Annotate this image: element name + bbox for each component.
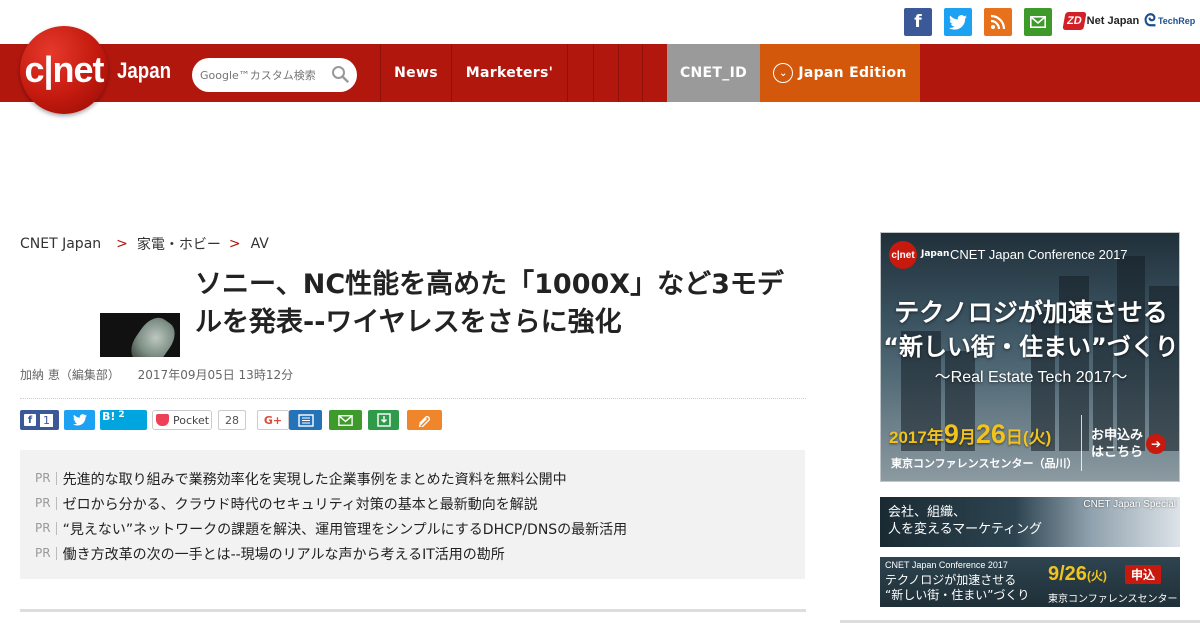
- twitter-bird-icon: [949, 14, 967, 30]
- facebook-share-button[interactable]: f 1: [20, 410, 59, 430]
- envelope-icon: [1030, 16, 1046, 28]
- pocket-icon: [156, 414, 169, 426]
- marketing-special-ad[interactable]: CNET Japan Special 会社、組織、 人を変えるマーケティング: [880, 497, 1180, 547]
- arrow-right-icon[interactable]: ➔: [1146, 434, 1166, 454]
- pr-label: PR: [35, 522, 57, 535]
- nav-marketers[interactable]: Marketers': [451, 44, 567, 102]
- search-input[interactable]: [200, 68, 330, 82]
- pr-link[interactable]: 先進的な取り組みで業務効率化を実現した企業事例をまとめた資料を無料公開中: [63, 469, 567, 489]
- pr-label: PR: [35, 497, 57, 510]
- ad-conference-name: CNET Japan Conference 2017: [885, 560, 1008, 570]
- ad-logo-japan: Japan: [921, 249, 950, 259]
- ad-apply-button[interactable]: 申込: [1125, 565, 1162, 584]
- zdnet-japan-link[interactable]: ZD Net Japan: [1062, 9, 1140, 33]
- rss-glyph-icon: [990, 14, 1006, 30]
- rss-icon[interactable]: [984, 8, 1012, 36]
- copy-link-button[interactable]: [407, 410, 442, 430]
- ad-date: 9/26(火): [1048, 563, 1107, 585]
- pr-link[interactable]: ゼロから分かる、クラウド時代のセキュリティ対策の基本と最新動向を解説: [63, 494, 538, 514]
- article-headline: ソニー、NC性能を高めた「1000X」など3モデルを発表--ワイヤレスをさらに強…: [195, 269, 784, 338]
- divider: [840, 620, 1200, 623]
- pocket-label: Pocket: [173, 413, 210, 427]
- article-author[interactable]: 加納 恵（編集部）: [20, 368, 120, 382]
- mail-icon[interactable]: [1024, 8, 1052, 36]
- google-plus-button[interactable]: G+: [257, 410, 289, 430]
- article-thumbnail: [100, 313, 180, 357]
- edition-selector[interactable]: ⌄ Japan Edition: [760, 44, 920, 102]
- twitter-icon: [72, 414, 87, 426]
- pr-item[interactable]: PR 先進的な取り組みで業務効率化を実現した企業事例をまとめた資料を無料公開中: [20, 466, 805, 491]
- divider: [20, 609, 806, 612]
- pr-item[interactable]: PR 働き方改革の次の一手とは--現場のリアルな声から考えるIT活用の勘所: [20, 541, 805, 566]
- article-byline: 加納 恵（編集部） 2017年09月05日 13時12分: [20, 366, 293, 383]
- ad-special-label: CNET Japan Special: [1083, 499, 1176, 510]
- nav-item-3[interactable]: [567, 44, 593, 102]
- pr-link[interactable]: “見えない”ネットワークの課題を解決、運用管理をシンプルにするDHCP/DNSの…: [63, 519, 628, 539]
- top-utility-bar: f ZD Net Japan ᘓ TechRep: [0, 0, 1200, 44]
- techrepublic-link[interactable]: ᘓ TechRep: [1144, 9, 1195, 33]
- cnet-id-button[interactable]: CNET_ID: [667, 44, 760, 102]
- pr-item[interactable]: PR ゼロから分かる、クラウド時代のセキュリティ対策の基本と最新動向を解説: [20, 491, 805, 516]
- breadcrumb-separator: >: [228, 236, 241, 252]
- zdnet-logo-mark: ZD: [1062, 12, 1087, 30]
- ad-subtitle: 〜Real Estate Tech 2017〜: [934, 369, 1128, 386]
- mail-icon: [338, 414, 353, 426]
- logo-edition-label: Japan: [117, 58, 172, 83]
- facebook-glyph: f: [914, 12, 922, 32]
- conference-ad-banner[interactable]: c|net Japan CNET Japan Conference 2017 テ…: [880, 232, 1180, 482]
- ad-headline-1: テクノロジが加速させる: [894, 298, 1168, 327]
- hatena-bookmark-button[interactable]: B! 2: [100, 410, 147, 430]
- hatena-count: 2: [118, 410, 125, 420]
- nav-item-4[interactable]: [593, 44, 618, 102]
- search-icon[interactable]: [331, 65, 349, 83]
- zdnet-logo-text: Net Japan: [1086, 15, 1140, 27]
- breadcrumb-home[interactable]: CNET Japan: [20, 236, 101, 252]
- ad-text: テクノロジが加速させる “新しい街・住まい”づくり: [885, 573, 1030, 602]
- print-icon: [297, 413, 314, 427]
- paperclip-icon: [418, 416, 430, 427]
- pr-label: PR: [35, 472, 57, 485]
- ad-headline-2: “新しい街・住まい”づくり: [883, 333, 1179, 361]
- pocket-button[interactable]: Pocket: [152, 410, 212, 430]
- download-icon: [376, 413, 391, 427]
- facebook-icon: f: [24, 414, 36, 426]
- techrepublic-swirl-icon: ᘓ: [1144, 11, 1156, 30]
- facebook-share-count: 1: [40, 413, 53, 427]
- ad-cnet-logo: c|net: [889, 241, 917, 269]
- breadcrumb: CNET Japan > 家電・ホビー > AV: [20, 234, 269, 254]
- print-button[interactable]: [289, 410, 322, 430]
- search-box: [192, 58, 357, 92]
- chevron-down-icon: ⌄: [773, 63, 794, 83]
- pr-links-box: PR 先進的な取り組みで業務効率化を実現した企業事例をまとめた資料を無料公開中 …: [20, 450, 805, 579]
- pr-link[interactable]: 働き方改革の次の一手とは--現場のリアルな声から考えるIT活用の勘所: [63, 544, 505, 564]
- facebook-icon[interactable]: f: [904, 8, 932, 36]
- email-share-button[interactable]: [329, 410, 362, 430]
- twitter-share-button[interactable]: [64, 410, 95, 430]
- cnet-logo[interactable]: c|net: [20, 26, 108, 114]
- cnet-logo-text: c|net: [24, 49, 104, 90]
- ad-venue: 東京コンファレンスセンター: [1048, 594, 1178, 605]
- breadcrumb-category[interactable]: 家電・ホビー: [137, 234, 221, 254]
- nav-news[interactable]: News: [380, 44, 451, 102]
- hatena-icon: B!: [102, 410, 116, 423]
- ad-text: 会社、組織、 人を変えるマーケティング: [888, 505, 1043, 537]
- twitter-icon[interactable]: [944, 8, 972, 36]
- breadcrumb-sub[interactable]: AV: [251, 236, 269, 252]
- ad-cta[interactable]: お申込み はこちら: [1091, 427, 1143, 461]
- ad-venue: 東京コンファレンスセンター（品川）: [891, 457, 1078, 470]
- ad-date: 2017年9月26日(火): [889, 419, 1052, 449]
- conference-small-ad[interactable]: CNET Japan Conference 2017 テクノロジが加速させる “…: [880, 557, 1180, 607]
- techrepublic-logo-text: TechRep: [1157, 16, 1196, 26]
- article-date: 2017年09月05日 13時12分: [137, 368, 294, 382]
- save-button[interactable]: [368, 410, 399, 430]
- divider: [20, 398, 806, 399]
- pocket-count: 28: [218, 410, 246, 430]
- divider: [1081, 415, 1082, 471]
- nav-item-5[interactable]: [618, 44, 643, 102]
- pr-label: PR: [35, 547, 57, 560]
- pr-item[interactable]: PR “見えない”ネットワークの課題を解決、運用管理をシンプルにするDHCP/D…: [20, 516, 805, 541]
- ad-conference-name: CNET Japan Conference 2017: [950, 247, 1128, 262]
- breadcrumb-separator: >: [116, 236, 128, 252]
- edition-label: Japan Edition: [798, 65, 907, 81]
